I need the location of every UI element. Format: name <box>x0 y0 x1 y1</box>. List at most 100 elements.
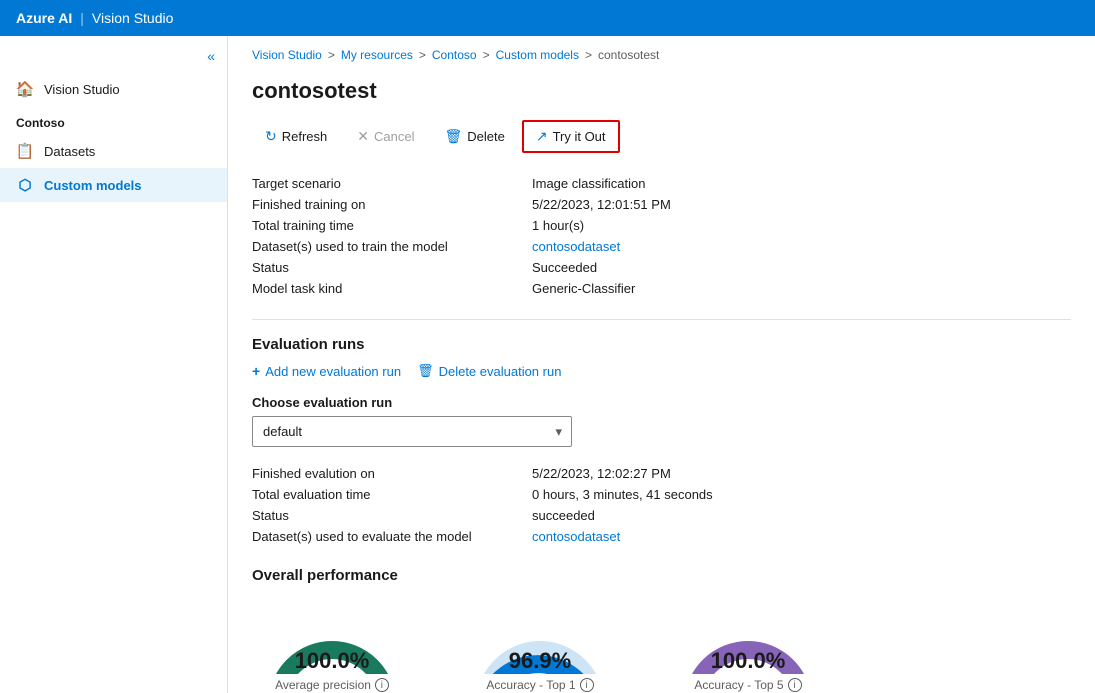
eval-info-table: Finished evalution on 5/22/2023, 12:02:2… <box>252 463 1071 547</box>
delete-icon: 🗑 <box>444 128 462 145</box>
accuracy-top5-info-icon[interactable]: i <box>788 678 802 692</box>
refresh-label: Refresh <box>282 129 328 144</box>
info-value-model-task: Generic-Classifier <box>532 281 635 296</box>
top-bar: Azure AI | Vision Studio <box>0 0 1095 36</box>
add-eval-run-label: Add new evaluation run <box>265 364 401 379</box>
sidebar-custom-models-label: Custom models <box>44 178 142 193</box>
breadcrumb-contoso[interactable]: Contoso <box>432 48 477 62</box>
eval-value-status: succeeded <box>532 508 595 523</box>
info-label-train-dataset: Dataset(s) used to train the model <box>252 239 532 254</box>
datasets-icon: 📋 <box>16 142 34 160</box>
cancel-label: Cancel <box>374 129 414 144</box>
choose-eval-run-label: Choose evaluation run <box>252 395 1071 410</box>
sidebar-item-home[interactable]: 🏠 Vision Studio <box>0 72 227 106</box>
info-label-finished-training: Finished training on <box>252 197 532 212</box>
eval-row-status: Status succeeded <box>252 505 1071 526</box>
add-icon: + <box>252 363 260 379</box>
gauge-avg-precision-label: Average precision i <box>275 678 389 692</box>
eval-row-finished-on: Finished evalution on 5/22/2023, 12:02:2… <box>252 463 1071 484</box>
delete-label: Delete <box>467 129 505 144</box>
top-bar-separator: | <box>80 10 84 26</box>
info-row-training-time: Total training time 1 hour(s) <box>252 215 1071 236</box>
eval-label-total-time: Total evaluation time <box>252 487 532 502</box>
gauge-accuracy-top1-label: Accuracy - Top 1 i <box>486 678 593 692</box>
delete-eval-run-button[interactable]: 🗑 Delete evaluation run <box>417 363 561 379</box>
breadcrumb-sep-4: > <box>585 48 592 62</box>
layout: « 🏠 Vision Studio Contoso 📋 Datasets ⬡ C… <box>0 36 1095 693</box>
info-row-finished-training: Finished training on 5/22/2023, 12:01:51… <box>252 194 1071 215</box>
breadcrumb-vision-studio[interactable]: Vision Studio <box>252 48 322 62</box>
add-eval-run-button[interactable]: + Add new evaluation run <box>252 363 401 379</box>
page-title: contosotest <box>252 78 1071 104</box>
app-name: Vision Studio <box>92 10 173 26</box>
home-icon: 🏠 <box>16 80 34 98</box>
try-it-out-button[interactable]: ↗ Try it Out <box>522 120 620 153</box>
gauge-avg-precision-container: 100.0% <box>262 600 402 674</box>
delete-eval-icon: 🗑 <box>417 363 434 379</box>
try-it-out-icon: ↗ <box>536 128 548 145</box>
delete-eval-run-label: Delete evaluation run <box>439 364 562 379</box>
info-label-status: Status <box>252 260 532 275</box>
breadcrumb-my-resources[interactable]: My resources <box>341 48 413 62</box>
brand-azure: Azure AI <box>16 10 72 26</box>
breadcrumb: Vision Studio > My resources > Contoso >… <box>252 36 1071 70</box>
eval-value-total-time: 0 hours, 3 minutes, 41 seconds <box>532 487 713 502</box>
breadcrumb-sep-1: > <box>328 48 335 62</box>
sidebar-item-datasets[interactable]: 📋 Datasets <box>0 134 227 168</box>
gauge-accuracy-top1-container: 96.9% <box>470 600 610 674</box>
sidebar: « 🏠 Vision Studio Contoso 📋 Datasets ⬡ C… <box>0 36 228 693</box>
gauge-accuracy-top5-value: 100.0% <box>678 648 818 674</box>
gauge-accuracy-top1-value: 96.9% <box>470 648 610 674</box>
eval-label-finished-on: Finished evalution on <box>252 466 532 481</box>
eval-run-select[interactable]: default <box>252 416 572 447</box>
info-row-model-task: Model task kind Generic-Classifier <box>252 278 1071 299</box>
eval-label-status: Status <box>252 508 532 523</box>
info-row-target-scenario: Target scenario Image classification <box>252 173 1071 194</box>
refresh-button[interactable]: ↻ Refresh <box>252 121 340 152</box>
custom-models-icon: ⬡ <box>16 176 34 194</box>
refresh-icon: ↻ <box>265 128 277 145</box>
accuracy-top1-info-icon[interactable]: i <box>580 678 594 692</box>
info-row-train-dataset: Dataset(s) used to train the model conto… <box>252 236 1071 257</box>
cancel-icon: ✕ <box>357 128 369 145</box>
info-row-status: Status Succeeded <box>252 257 1071 278</box>
eval-row-dataset: Dataset(s) used to evaluate the model co… <box>252 526 1071 547</box>
breadcrumb-sep-2: > <box>419 48 426 62</box>
divider-1 <box>252 319 1071 320</box>
toolbar: ↻ Refresh ✕ Cancel 🗑 Delete ↗ Try it Out <box>252 120 1071 153</box>
gauge-accuracy-top5-label: Accuracy - Top 5 i <box>694 678 801 692</box>
gauge-accuracy-top1: 96.9% Accuracy - Top 1 i <box>460 600 620 692</box>
eval-value-dataset[interactable]: contosodataset <box>532 529 620 544</box>
avg-precision-info-icon[interactable]: i <box>375 678 389 692</box>
eval-toolbar: + Add new evaluation run 🗑 Delete evalua… <box>252 363 1071 379</box>
evaluation-runs-heading: Evaluation runs <box>252 336 1071 353</box>
eval-value-finished-on: 5/22/2023, 12:02:27 PM <box>532 466 671 481</box>
main-content: Vision Studio > My resources > Contoso >… <box>228 36 1095 693</box>
breadcrumb-sep-3: > <box>483 48 490 62</box>
model-info-table: Target scenario Image classification Fin… <box>252 173 1071 299</box>
info-value-train-dataset[interactable]: contosodataset <box>532 239 620 254</box>
eval-row-total-time: Total evaluation time 0 hours, 3 minutes… <box>252 484 1071 505</box>
delete-button[interactable]: 🗑 Delete <box>431 121 517 152</box>
try-it-out-label: Try it Out <box>553 129 606 144</box>
cancel-button[interactable]: ✕ Cancel <box>344 121 427 152</box>
sidebar-collapse-button[interactable]: « <box>0 44 227 72</box>
info-value-status: Succeeded <box>532 260 597 275</box>
gauge-accuracy-top5: 100.0% Accuracy - Top 5 i <box>668 600 828 692</box>
breadcrumb-current: contosotest <box>598 48 659 62</box>
sidebar-section-label: Contoso <box>0 106 227 134</box>
info-label-target-scenario: Target scenario <box>252 176 532 191</box>
gauge-avg-precision-value: 100.0% <box>262 648 402 674</box>
gauge-avg-precision: 100.0% Average precision i <box>252 600 412 692</box>
gauge-row: 100.0% Average precision i 96.9% <box>252 600 1071 692</box>
eval-label-dataset: Dataset(s) used to evaluate the model <box>252 529 532 544</box>
info-value-target-scenario: Image classification <box>532 176 645 191</box>
info-value-training-time: 1 hour(s) <box>532 218 584 233</box>
info-label-model-task: Model task kind <box>252 281 532 296</box>
info-label-training-time: Total training time <box>252 218 532 233</box>
gauge-accuracy-top5-container: 100.0% <box>678 600 818 674</box>
breadcrumb-custom-models[interactable]: Custom models <box>496 48 579 62</box>
sidebar-item-custom-models[interactable]: ⬡ Custom models <box>0 168 227 202</box>
performance-heading: Overall performance <box>252 567 1071 584</box>
eval-run-select-wrap: default ▾ <box>252 416 572 447</box>
